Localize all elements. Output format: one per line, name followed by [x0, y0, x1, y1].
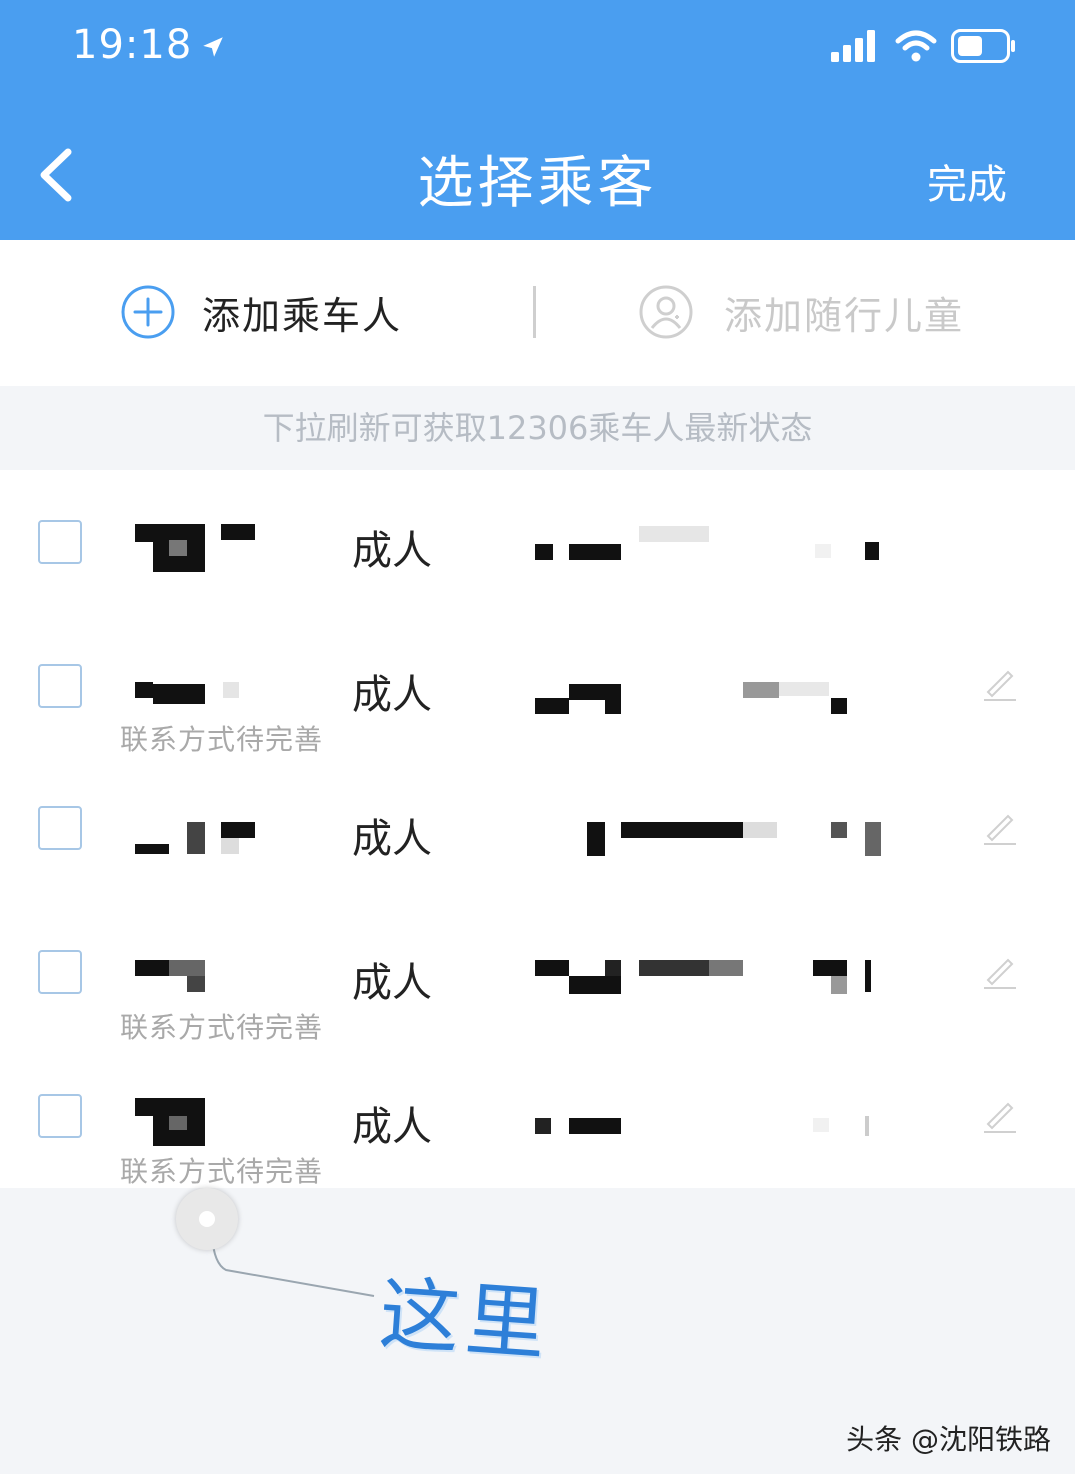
name-redacted: [135, 1098, 255, 1146]
id-redacted: [535, 820, 885, 860]
contact-incomplete-hint: 联系方式待完善: [120, 723, 324, 756]
add-passenger-label: 添加乘车人: [202, 293, 403, 338]
tap-indicator-icon: [176, 1188, 238, 1250]
passenger-checkbox[interactable]: [38, 1094, 82, 1138]
passenger-type: 成人: [352, 528, 432, 574]
passenger-checkbox[interactable]: [38, 806, 82, 850]
time-text: 19:18: [72, 22, 193, 68]
annotation-text: 这里: [376, 1267, 555, 1372]
status-time: 19:18: [72, 22, 226, 68]
id-redacted: [535, 524, 885, 564]
passenger-row[interactable]: 成人: [0, 758, 1075, 902]
page-title: 选择乘客: [417, 151, 658, 216]
divider: [533, 286, 536, 338]
contact-incomplete-hint: 联系方式待完善: [120, 1011, 324, 1044]
passenger-checkbox[interactable]: [38, 664, 82, 708]
edit-pencil-icon[interactable]: [982, 1098, 1018, 1134]
name-redacted: [135, 960, 255, 1006]
add-passenger-button[interactable]: 添加乘车人: [120, 284, 402, 340]
passenger-checkbox[interactable]: [38, 520, 82, 564]
battery-icon: [951, 29, 1015, 63]
passenger-row[interactable]: 成人: [0, 470, 1075, 614]
add-child-label: 添加随行儿童: [724, 293, 965, 338]
name-redacted: [135, 524, 255, 572]
passenger-row[interactable]: 成人 联系方式待完善: [0, 902, 1075, 1046]
add-bar: 添加乘车人 添加随行儿童: [0, 240, 1075, 386]
passenger-type: 成人: [352, 672, 432, 718]
status-icons: [831, 26, 1017, 66]
passenger-list: 成人 成人 联系方式待完善 成人 成人 联系方式待完善 成人 联系方式待完善: [0, 470, 1075, 1188]
passenger-type: 成人: [352, 816, 432, 862]
id-redacted: [535, 1116, 885, 1156]
name-redacted: [135, 822, 255, 868]
passenger-checkbox[interactable]: [38, 950, 82, 994]
location-arrow-icon: [203, 37, 224, 57]
done-button[interactable]: 完成: [927, 152, 1007, 210]
refresh-tip: 下拉刷新可获取12306乘车人最新状态: [262, 409, 813, 447]
plus-circle-icon: [121, 285, 175, 339]
passenger-type: 成人: [352, 1104, 432, 1150]
passenger-type: 成人: [352, 960, 432, 1006]
edit-pencil-icon[interactable]: [982, 666, 1018, 702]
edit-pencil-icon[interactable]: [982, 954, 1018, 990]
passenger-row[interactable]: 成人 联系方式待完善: [0, 614, 1075, 758]
contact-incomplete-hint: 联系方式待完善: [120, 1155, 324, 1188]
passenger-row[interactable]: 成人 联系方式待完善: [0, 1046, 1075, 1190]
edit-pencil-icon[interactable]: [982, 810, 1018, 846]
id-redacted: [535, 680, 885, 720]
add-child-button[interactable]: 添加随行儿童: [638, 284, 964, 340]
signal-icon: [831, 30, 875, 62]
id-redacted: [535, 960, 885, 1000]
child-user-icon: [639, 285, 693, 339]
wifi-icon: [895, 30, 937, 62]
app-header: 19:18 选择乘客 完成: [0, 0, 1075, 240]
watermark: 头条 @沈阳铁路: [846, 1423, 1051, 1456]
